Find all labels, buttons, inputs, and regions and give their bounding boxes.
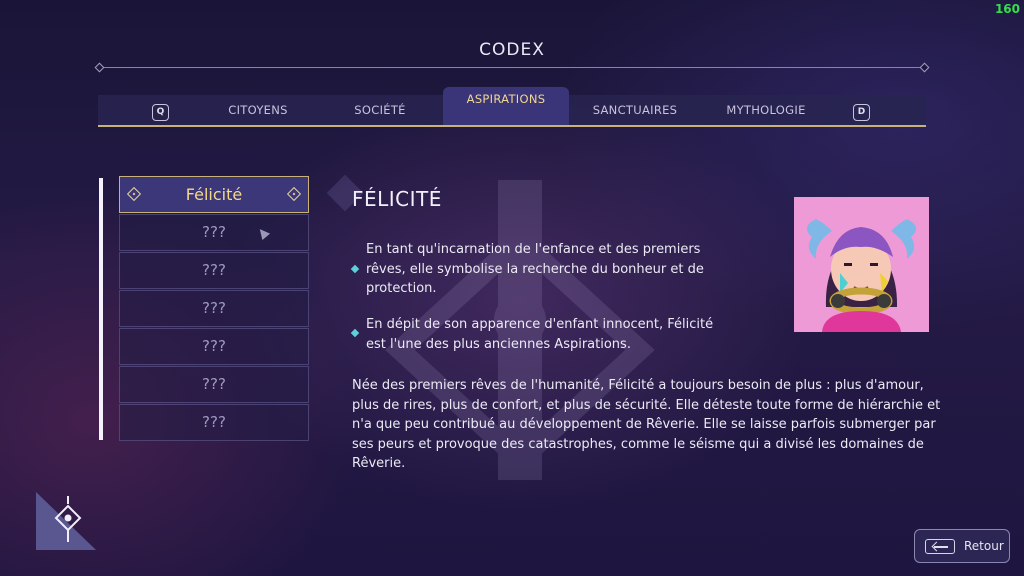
page-title: CODEX bbox=[479, 40, 545, 60]
entry-bullet: En tant qu'incarnation de l'enfance et d… bbox=[366, 242, 704, 296]
entry-list: Félicité ??? ??? ??? ??? ??? ??? bbox=[119, 176, 309, 442]
character-portrait bbox=[794, 197, 929, 332]
tab-bar: Q CITOYENS SOCIÉTÉ ASPIRATIONS SANCTUAIR… bbox=[98, 87, 926, 127]
entry-description: Née des premiers rêves de l'humanité, Fé… bbox=[352, 378, 941, 471]
tab-citoyens[interactable]: CITOYENS bbox=[203, 95, 313, 125]
list-scroll-rail bbox=[99, 178, 103, 440]
tab-sanctuaires[interactable]: SANCTUAIRES bbox=[580, 95, 690, 125]
eye-emblem-icon bbox=[36, 492, 96, 550]
list-item-label: ??? bbox=[202, 223, 226, 241]
list-item-label: ??? bbox=[202, 299, 226, 317]
back-arrow-key-icon bbox=[925, 539, 955, 554]
back-button-label: Retour bbox=[964, 539, 1004, 553]
prev-tab-key[interactable]: Q bbox=[152, 104, 169, 121]
bullet-diamond-icon bbox=[350, 328, 360, 338]
title-divider bbox=[100, 67, 924, 68]
list-item-locked[interactable]: ??? bbox=[119, 214, 309, 251]
list-item-locked[interactable]: ??? bbox=[119, 252, 309, 289]
fps-counter: 160 bbox=[994, 2, 1020, 16]
list-item-locked[interactable]: ??? bbox=[119, 290, 309, 327]
entry-title: FÉLICITÉ bbox=[352, 187, 442, 211]
tab-aspirations[interactable]: ASPIRATIONS bbox=[443, 87, 569, 125]
list-item-locked[interactable]: ??? bbox=[119, 328, 309, 365]
list-item-label: ??? bbox=[202, 413, 226, 431]
list-item-locked[interactable]: ??? bbox=[119, 404, 309, 441]
bullet-diamond-icon bbox=[350, 264, 360, 274]
tab-societe[interactable]: SOCIÉTÉ bbox=[325, 95, 435, 125]
back-button[interactable]: Retour bbox=[914, 529, 1010, 563]
list-item-label: Félicité bbox=[185, 185, 243, 204]
list-item-label: ??? bbox=[202, 337, 226, 355]
list-item-label: ??? bbox=[202, 375, 226, 393]
list-item-locked[interactable]: ??? bbox=[119, 366, 309, 403]
list-item-label: ??? bbox=[202, 261, 226, 279]
diamond-icon bbox=[126, 186, 142, 202]
next-tab-key[interactable]: D bbox=[853, 104, 870, 121]
list-item-felicite[interactable]: Félicité bbox=[119, 176, 309, 213]
entry-bullet: En dépit de son apparence d'enfant innoc… bbox=[366, 317, 714, 352]
diamond-icon bbox=[286, 186, 302, 202]
tab-mythologie[interactable]: MYTHOLOGIE bbox=[710, 95, 822, 125]
